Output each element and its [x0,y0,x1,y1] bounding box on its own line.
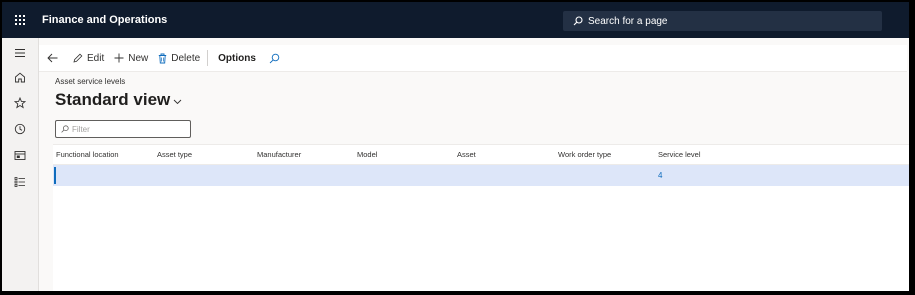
pencil-icon [73,53,83,63]
hamburger-menu-icon[interactable] [10,43,30,63]
waffle-icon [15,15,25,25]
search-placeholder: Search for a page [588,15,668,27]
workspace-icon[interactable] [10,145,30,165]
app-title: Finance and Operations [42,14,168,26]
service-levels-grid: Functional location Asset type Manufactu… [53,144,909,291]
column-header-service-level[interactable]: Service level [658,145,701,164]
column-header-model[interactable]: Model [357,145,377,164]
edit-button-label: Edit [87,52,105,64]
column-header-manufacturer[interactable]: Manufacturer [257,145,301,164]
filter-placeholder: Filter [72,124,90,134]
new-button[interactable]: New [109,45,153,71]
plus-icon [114,53,124,63]
edit-button[interactable]: Edit [68,45,109,71]
clock-icon[interactable] [10,119,30,139]
app-window: Finance and Operations Search for a page [2,2,909,291]
grid-header: Functional location Asset type Manufactu… [53,145,909,165]
back-button[interactable] [39,45,68,71]
star-icon[interactable] [10,93,30,113]
back-arrow-icon [47,53,58,63]
search-icon [573,16,583,26]
delete-button[interactable]: Delete [153,45,205,71]
action-bar-divider [207,50,209,66]
modules-list-icon[interactable] [10,172,30,192]
cell-service-level[interactable]: 4 [658,165,662,186]
page-search-box[interactable]: Search for a page [563,11,882,31]
selected-row-indicator [54,167,56,184]
delete-button-label: Delete [171,52,201,64]
action-pane: Edit New Delete Options [39,45,907,72]
main-content: Asset service levels Standard view Filte… [39,72,909,291]
home-icon[interactable] [10,67,30,87]
chevron-down-icon [173,99,182,105]
view-name: Standard view [55,90,171,109]
column-header-asset-type[interactable]: Asset type [157,145,192,164]
search-icon [61,125,69,133]
trash-icon [159,53,167,63]
column-header-asset[interactable]: Asset [457,145,476,164]
app-launcher-button[interactable] [2,2,38,38]
table-row[interactable]: 4 [53,165,909,186]
search-icon [269,53,280,63]
action-search-button[interactable] [264,45,289,71]
filter-input[interactable]: Filter [55,120,191,138]
new-button-label: New [128,52,149,64]
options-tab[interactable]: Options [210,45,264,71]
navigation-rail [2,38,39,291]
view-selector[interactable]: Standard view [55,90,182,110]
column-header-work-order-type[interactable]: Work order type [558,145,611,164]
page-caption: Asset service levels [55,77,126,86]
column-header-functional-location[interactable]: Functional location [56,145,119,164]
top-bar: Finance and Operations Search for a page [2,2,909,38]
